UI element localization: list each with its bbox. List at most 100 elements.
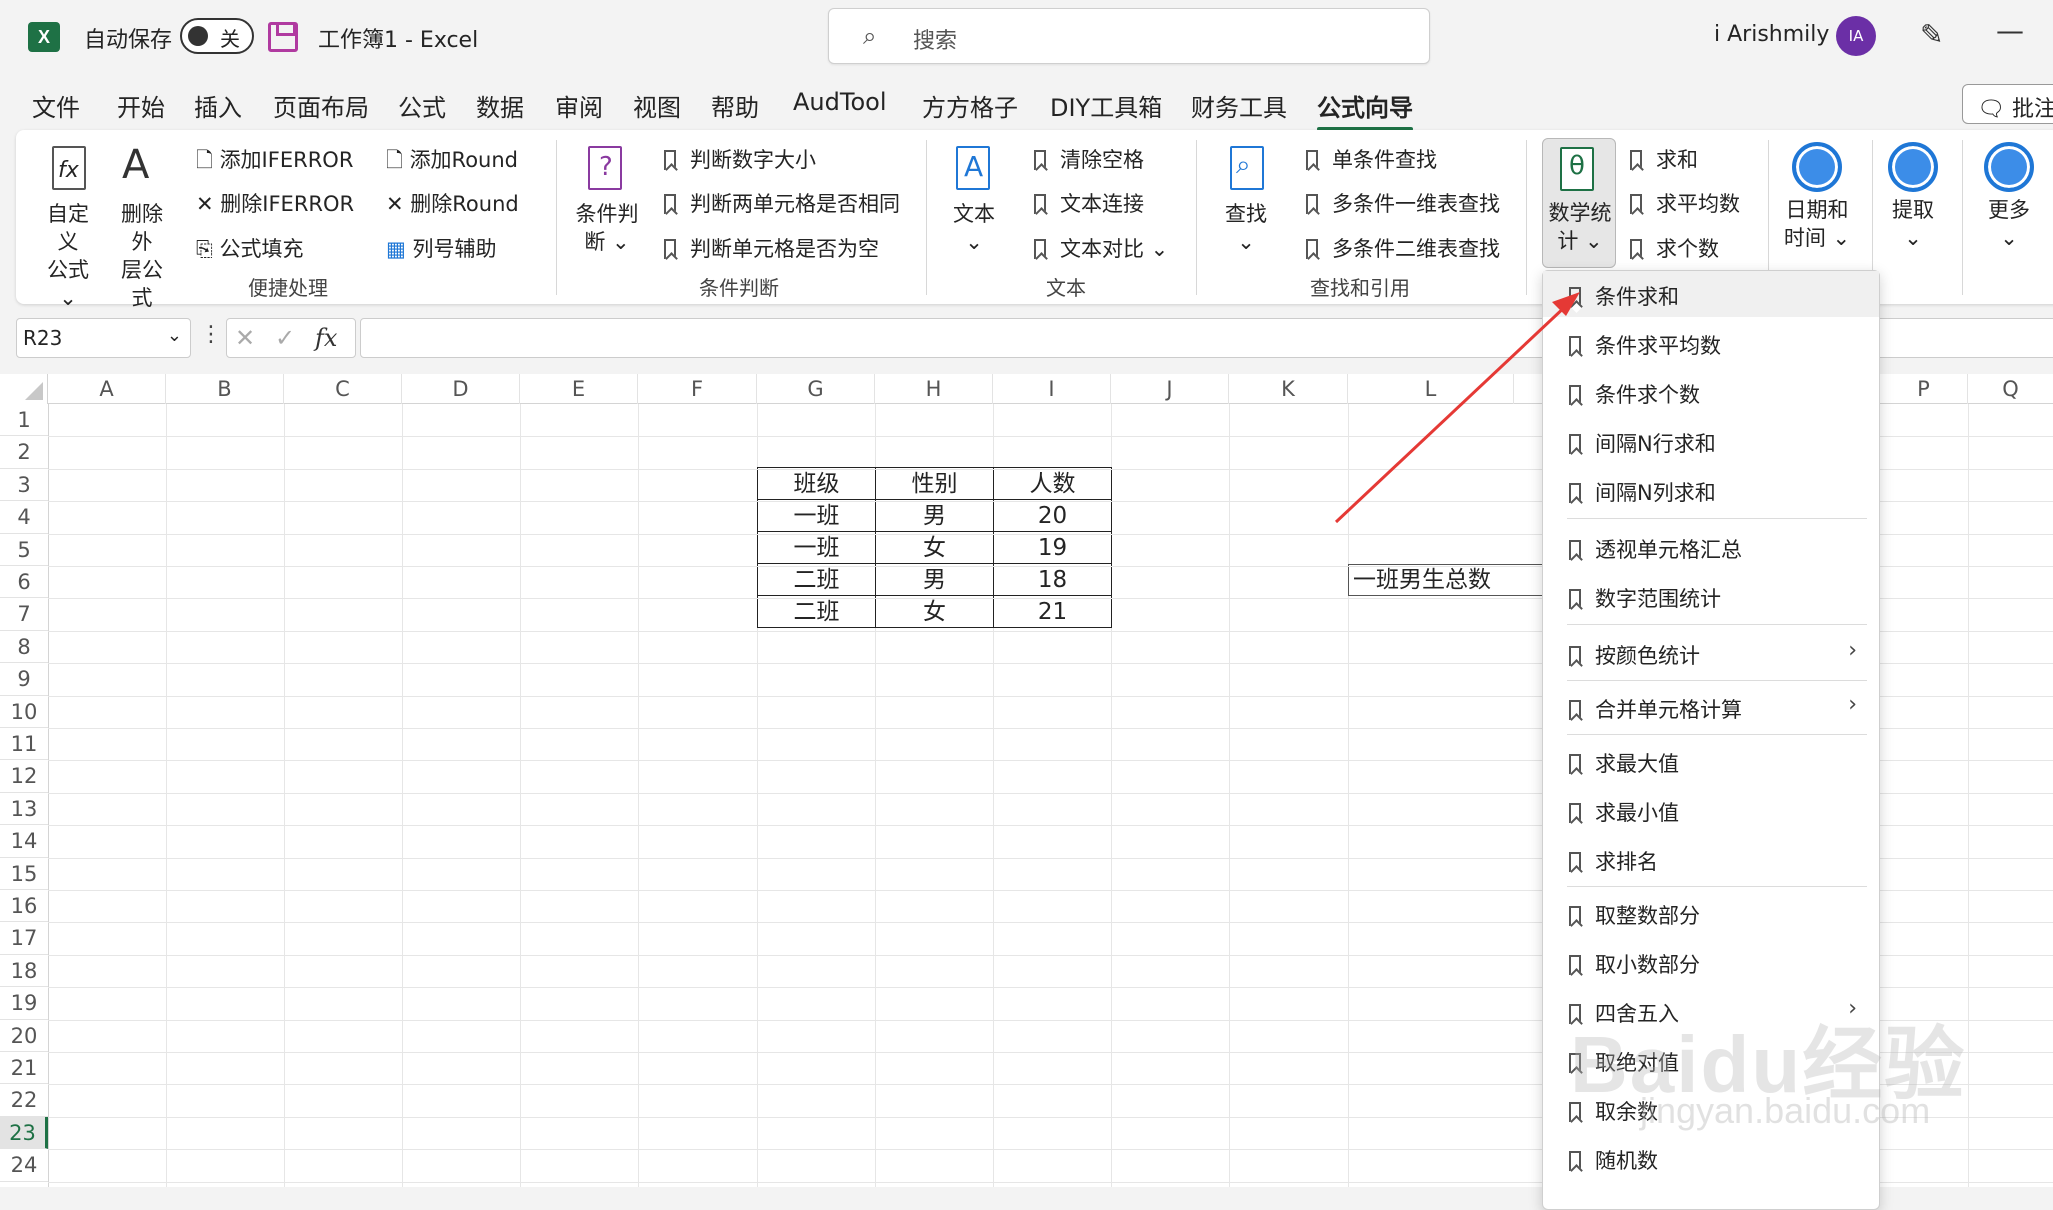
sum-button[interactable]: 求和 <box>1630 144 1698 174</box>
clear-spaces-button[interactable]: 清除空格 <box>1034 144 1144 174</box>
row-header[interactable]: 11 <box>0 728 48 761</box>
column-header-g[interactable]: G <box>757 374 875 404</box>
row-header[interactable]: 17 <box>0 922 48 955</box>
confirm-icon[interactable]: ✓ <box>275 324 295 352</box>
dropdown-item[interactable]: 取小数部分 <box>1543 939 1879 985</box>
minimize-icon[interactable]: — <box>1996 14 2024 47</box>
table-cell[interactable]: 一班 <box>757 531 876 564</box>
judge-cells-same-button[interactable]: 判断两单元格是否相同 <box>664 188 900 218</box>
tab-page-layout[interactable]: 页面布局 <box>273 88 369 123</box>
dropdown-item[interactable]: 合并单元格计算 › <box>1543 684 1879 730</box>
row-header[interactable]: 12 <box>0 760 48 793</box>
custom-formula-button[interactable]: 自定义 公式 ⌄ <box>38 200 98 312</box>
cancel-icon[interactable]: ✕ <box>235 324 255 352</box>
dropdown-item[interactable]: 取整数部分 <box>1543 890 1879 936</box>
dropdown-item[interactable]: 条件求和 <box>1543 271 1879 317</box>
condition-judge-button[interactable]: 条件判 断 ⌄ <box>572 200 642 256</box>
judge-cell-empty-button[interactable]: 判断单元格是否为空 <box>664 233 879 263</box>
row-header[interactable]: 6 <box>0 566 48 599</box>
dropdown-item[interactable]: 透视单元格汇总 <box>1543 524 1879 570</box>
select-all-corner[interactable] <box>0 374 48 404</box>
tab-data[interactable]: 数据 <box>476 88 524 123</box>
tab-view[interactable]: 视图 <box>633 88 681 123</box>
tab-formulas[interactable]: 公式 <box>398 88 446 123</box>
row-header[interactable]: 1 <box>0 404 48 437</box>
table-cell[interactable]: 一班 <box>757 499 876 532</box>
table-cell[interactable]: 班级 <box>757 467 876 500</box>
table-cell[interactable]: 男 <box>875 563 994 596</box>
more-button[interactable]: 更多 ⌄ <box>1974 196 2044 252</box>
dropdown-item[interactable]: 随机数 <box>1543 1135 1879 1181</box>
tab-fangfang[interactable]: 方方格子 <box>922 88 1018 123</box>
column-header-l[interactable]: L <box>1348 374 1514 404</box>
add-iferror-button[interactable]: 🗋 添加IFERROR <box>196 144 353 181</box>
tab-diy-toolbox[interactable]: DIY工具箱 <box>1050 88 1162 123</box>
formula-fill-button[interactable]: ⎘ 公式填充 <box>196 233 303 263</box>
column-header-e[interactable]: E <box>520 374 638 404</box>
tab-file[interactable]: 文件 <box>32 88 80 123</box>
column-header-i[interactable]: I <box>993 374 1111 404</box>
row-header[interactable]: 4 <box>0 501 48 534</box>
tab-review[interactable]: 审阅 <box>555 88 603 123</box>
column-header-h[interactable]: H <box>875 374 993 404</box>
table-cell[interactable]: 二班 <box>757 563 876 596</box>
row-header[interactable]: 20 <box>0 1020 48 1052</box>
remove-outer-formula-button[interactable]: 删除外 层公式 <box>112 200 172 312</box>
pen-icon[interactable]: ✎ <box>1920 18 1943 51</box>
row-header[interactable]: 10 <box>0 696 48 728</box>
tab-audtool[interactable]: AudTool <box>793 88 886 116</box>
table-cell[interactable]: 性别 <box>875 467 994 500</box>
dropdown-item[interactable]: 求最小值 <box>1543 787 1879 833</box>
table-cell[interactable]: 人数 <box>993 467 1112 500</box>
row-header[interactable]: 23 <box>0 1116 48 1150</box>
row-header[interactable]: 21 <box>0 1052 48 1085</box>
table-cell[interactable]: 男 <box>875 499 994 532</box>
name-box[interactable]: R23 ⌄ <box>16 318 191 358</box>
row-header[interactable]: 13 <box>0 793 48 826</box>
column-header-d[interactable]: D <box>402 374 520 404</box>
row-header[interactable]: 24 <box>0 1149 48 1182</box>
table-cell[interactable]: 二班 <box>757 595 876 628</box>
more-vertical-icon[interactable]: ⋮ <box>200 322 222 347</box>
dropdown-item[interactable]: 间隔N列求和 <box>1543 467 1879 513</box>
tab-insert[interactable]: 插入 <box>194 88 242 123</box>
dropdown-item[interactable]: 按颜色统计 › <box>1543 630 1879 676</box>
column-header-k[interactable]: K <box>1229 374 1348 404</box>
column-header-b[interactable]: B <box>166 374 284 404</box>
dropdown-item[interactable]: 求最大值 <box>1543 738 1879 784</box>
count-button[interactable]: 求个数 <box>1630 233 1719 263</box>
avatar[interactable]: IA <box>1836 16 1876 56</box>
row-header[interactable]: 16 <box>0 890 48 923</box>
tab-finance[interactable]: 财务工具 <box>1191 88 1287 123</box>
row-header[interactable]: 9 <box>0 663 48 696</box>
row-header[interactable]: 8 <box>0 631 48 664</box>
table-cell[interactable]: 21 <box>993 595 1112 628</box>
tab-help[interactable]: 帮助 <box>711 88 759 123</box>
column-header-c[interactable]: C <box>284 374 402 404</box>
row-header[interactable]: 18 <box>0 955 48 988</box>
table-cell[interactable]: 女 <box>875 531 994 564</box>
math-stats-button[interactable]: θ 数学统 计 ⌄ <box>1542 138 1616 268</box>
dropdown-item[interactable]: 数字范围统计 <box>1543 573 1879 619</box>
remove-iferror-button[interactable]: ✕ 删除IFERROR <box>196 188 354 218</box>
table-cell[interactable]: 女 <box>875 595 994 628</box>
remove-round-button[interactable]: ✕ 删除Round <box>386 188 519 218</box>
date-time-button[interactable]: 日期和 时间 ⌄ <box>1778 196 1856 252</box>
insert-function-icon[interactable]: fx <box>315 324 337 352</box>
row-header[interactable]: 19 <box>0 987 48 1020</box>
row-header[interactable]: 5 <box>0 534 48 566</box>
judge-number-size-button[interactable]: 判断数字大小 <box>664 144 816 174</box>
average-button[interactable]: 求平均数 <box>1630 188 1740 218</box>
table-cell[interactable]: 19 <box>993 531 1112 564</box>
extract-button[interactable]: 提取 ⌄ <box>1878 196 1948 252</box>
tab-formula-wizard[interactable]: 公式向导 <box>1317 88 1413 131</box>
save-icon[interactable] <box>268 22 298 52</box>
text-concat-button[interactable]: 文本连接 <box>1034 188 1144 218</box>
dropdown-item[interactable]: 求排名 <box>1543 836 1879 882</box>
text-compare-button[interactable]: 文本对比 ⌄ <box>1034 233 1168 263</box>
row-header[interactable]: 3 <box>0 469 48 502</box>
row-header[interactable]: 14 <box>0 825 48 858</box>
multi-2d-lookup-button[interactable]: 多条件二维表查找 <box>1306 233 1500 263</box>
search-box[interactable]: ⌕ 搜索 <box>828 8 1430 64</box>
text-button[interactable]: 文本 ⌄ <box>944 200 1004 256</box>
